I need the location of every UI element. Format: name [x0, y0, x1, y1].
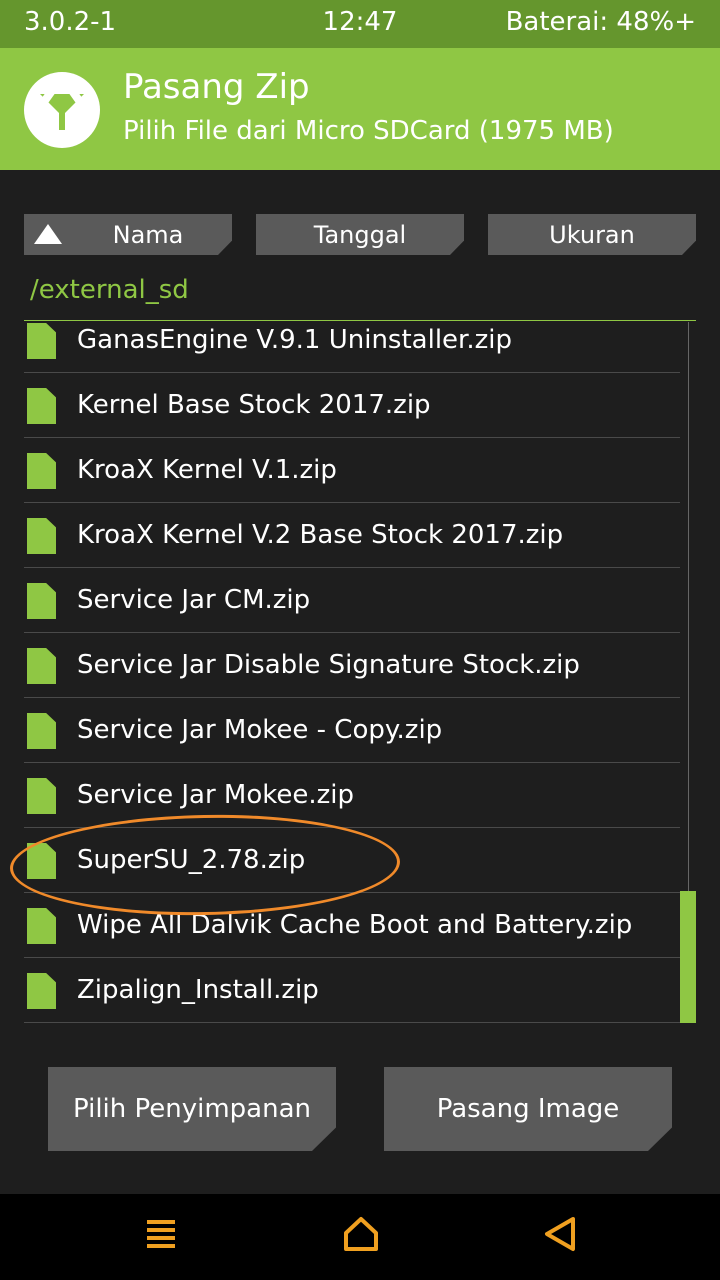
- file-row[interactable]: Service Jar CM.zip: [24, 568, 680, 633]
- install-image-button[interactable]: Pasang Image: [384, 1067, 672, 1151]
- file-name: Zipalign_Install.zip: [77, 975, 319, 1005]
- file-name: Service Jar CM.zip: [77, 585, 311, 615]
- file-row[interactable]: Service Jar Disable Signature Stock.zip: [24, 633, 680, 698]
- sort-ascending-triangle-icon: [34, 224, 62, 244]
- scrollbar-thumb[interactable]: [680, 891, 696, 1023]
- page-title: Pasang Zip: [123, 67, 310, 107]
- file-icon: [27, 583, 56, 619]
- twrp-logo-icon: [24, 72, 100, 148]
- page-subtitle: Pilih File dari Micro SDCard (1975 MB): [123, 116, 614, 146]
- file-name: Service Jar Mokee.zip: [77, 780, 355, 810]
- file-name: GanasEngine V.9.1 Uninstaller.zip: [77, 325, 512, 355]
- sort-date-label: Tanggal: [313, 220, 407, 249]
- file-icon: [27, 713, 56, 749]
- file-name: KroaX Kernel V.1.zip: [77, 455, 337, 485]
- sort-by-date-button[interactable]: Tanggal: [256, 214, 464, 255]
- file-name: Kernel Base Stock 2017.zip: [77, 390, 431, 420]
- scrollbar-track: [688, 322, 689, 892]
- file-row[interactable]: Zipalign_Install.zip: [24, 958, 680, 1023]
- back-icon[interactable]: [541, 1214, 581, 1254]
- select-storage-button[interactable]: Pilih Penyimpanan: [48, 1067, 336, 1151]
- file-row[interactable]: Service Jar Mokee.zip: [24, 763, 680, 828]
- file-row[interactable]: GanasEngine V.9.1 Uninstaller.zip: [24, 320, 680, 373]
- file-row[interactable]: KroaX Kernel V.2 Base Stock 2017.zip: [24, 503, 680, 568]
- install-image-label: Pasang Image: [436, 1094, 620, 1124]
- header: Pasang Zip Pilih File dari Micro SDCard …: [0, 48, 720, 170]
- file-name: Wipe All Dalvik Cache Boot and Battery.z…: [77, 910, 633, 940]
- file-name: Service Jar Disable Signature Stock.zip: [77, 650, 580, 680]
- sort-by-size-button[interactable]: Ukuran: [488, 214, 696, 255]
- file-row[interactable]: Service Jar Mokee - Copy.zip: [24, 698, 680, 763]
- home-icon[interactable]: [341, 1214, 381, 1254]
- current-path: /external_sd: [30, 275, 189, 305]
- file-row[interactable]: Kernel Base Stock 2017.zip: [24, 373, 680, 438]
- sort-name-label: Nama: [112, 220, 184, 249]
- sort-size-label: Ukuran: [549, 220, 635, 249]
- file-icon: [27, 973, 56, 1009]
- file-name: Service Jar Mokee - Copy.zip: [77, 715, 443, 745]
- select-storage-label: Pilih Penyimpanan: [72, 1094, 311, 1124]
- sort-by-name-button[interactable]: Nama: [24, 214, 232, 255]
- file-row[interactable]: KroaX Kernel V.1.zip: [24, 438, 680, 503]
- nav-bar: [0, 1194, 720, 1280]
- file-icon: [27, 908, 56, 944]
- file-icon: [27, 323, 56, 359]
- file-icon: [27, 778, 56, 814]
- file-icon: [27, 388, 56, 424]
- battery-status: Baterai: 48%+: [505, 7, 696, 37]
- file-icon: [27, 453, 56, 489]
- file-icon: [27, 518, 56, 554]
- file-list[interactable]: GanasEngine V.9.1 Uninstaller.zip Kernel…: [24, 320, 680, 1025]
- status-bar: 3.0.2-1 12:47 Baterai: 48%+: [0, 0, 720, 48]
- menu-icon[interactable]: [141, 1214, 181, 1254]
- file-name: KroaX Kernel V.2 Base Stock 2017.zip: [77, 520, 564, 550]
- file-icon: [27, 648, 56, 684]
